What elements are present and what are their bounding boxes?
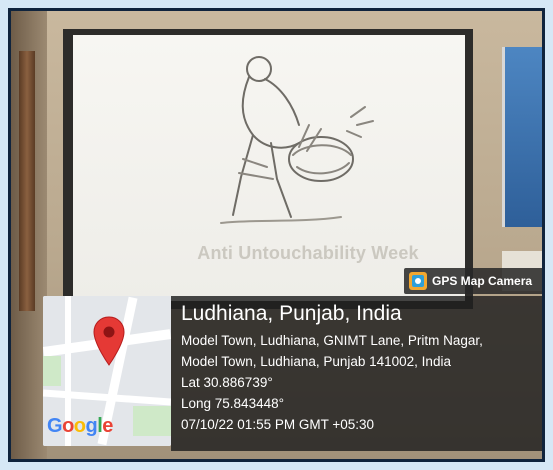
gps-map-camera-badge: GPS Map Camera [404,268,542,294]
google-logo: Google [47,415,113,437]
map-pin-icon [93,316,125,366]
figure-arm [264,78,300,126]
sketch-illustration [220,56,374,224]
figure-leg-right [270,142,292,218]
latitude: Lat 30.886739° [181,375,273,390]
map-thumbnail[interactable]: Google [43,296,171,446]
badge-label: GPS Map Camera [432,274,533,288]
figure-head [246,56,272,82]
location-info-panel: Ludhiana, Punjab, India Model Town, Ludh… [171,296,542,451]
photo-frame: Anti Untouchability Week GPS Map Camera … [0,0,553,470]
curtain [19,51,35,311]
location-title: Ludhiana, Punjab, India [181,302,402,325]
wall-poster [502,47,542,227]
photo: Anti Untouchability Week GPS Map Camera … [8,8,545,462]
address-line-1: Model Town, Ludhiana, GNIMT Lane, Pritm … [181,333,483,348]
screen-caption: Anti Untouchability Week [197,243,419,263]
gps-map-camera-icon [409,272,427,290]
figure-back [241,76,300,149]
address-line-2: Model Town, Ludhiana, Punjab 141002, Ind… [181,354,451,369]
timestamp: 07/10/22 01:55 PM GMT +05:30 [181,417,375,432]
longitude: Long 75.843448° [181,396,284,411]
